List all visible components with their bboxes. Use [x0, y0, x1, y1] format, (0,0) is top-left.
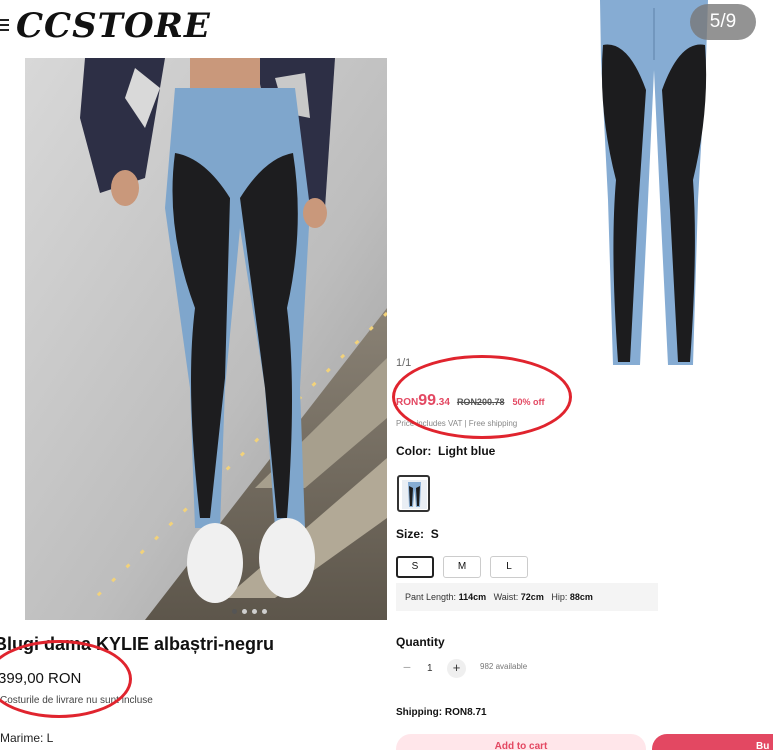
carousel-dot[interactable] [252, 609, 257, 614]
carousel-dot[interactable] [242, 609, 247, 614]
pant-length-label: Pant Length: [405, 592, 457, 602]
size-label: Size: S [396, 527, 439, 541]
page-counter: 1/1 [396, 357, 412, 369]
size-measurements: Pant Length: 114cm Waist: 72cm Hip: 88cm [396, 583, 658, 611]
product-photo[interactable] [25, 58, 387, 620]
hip-value: 88cm [569, 592, 593, 602]
buy-now-button[interactable]: Bu [652, 734, 773, 750]
red-circle-annotation [392, 355, 572, 439]
pant-length-value: 114cm [458, 592, 487, 602]
carousel-dots[interactable] [232, 609, 267, 614]
size-text: Marime: L [0, 731, 54, 745]
hamburger-menu-icon[interactable] [0, 19, 9, 33]
minus-icon[interactable]: − [398, 659, 416, 677]
shipping-cost: Shipping: RON8.71 [396, 707, 487, 718]
size-option-l[interactable]: L [490, 556, 528, 578]
color-value: Light blue [438, 444, 496, 458]
waist-value: 72cm [520, 592, 544, 602]
size-value: S [430, 527, 439, 541]
add-to-cart-button[interactable]: Add to cart [396, 734, 646, 750]
size-label-text: Size: [396, 527, 425, 541]
quantity-label: Quantity [396, 635, 445, 649]
right-product-panel: 5/9 1/1 RON 99 .34 RON200.78 50% off Pri… [390, 0, 773, 750]
carousel-dot[interactable] [232, 609, 237, 614]
store-logo[interactable]: CCSTORE [16, 6, 211, 46]
color-label: Color: Light blue [396, 444, 495, 458]
color-swatch[interactable] [397, 475, 430, 512]
waist-label: Waist: [493, 592, 519, 602]
image-counter: 5/9 [690, 4, 756, 40]
size-option-m[interactable]: M [443, 556, 481, 578]
product-photo-flat[interactable] [598, 0, 713, 370]
left-store-panel: CCSTORE Blugi dama KYLIE albaștri-negru … [0, 0, 390, 750]
carousel-dot[interactable] [262, 609, 267, 614]
plus-icon[interactable]: + [447, 659, 466, 678]
size-option-s[interactable]: S [396, 556, 434, 578]
red-circle-annotation [0, 640, 132, 718]
quantity-value[interactable]: 1 [427, 663, 433, 674]
hip-label: Hip: [551, 592, 568, 602]
stock-available: 982 available [480, 662, 528, 671]
color-label-text: Color: [396, 444, 432, 458]
